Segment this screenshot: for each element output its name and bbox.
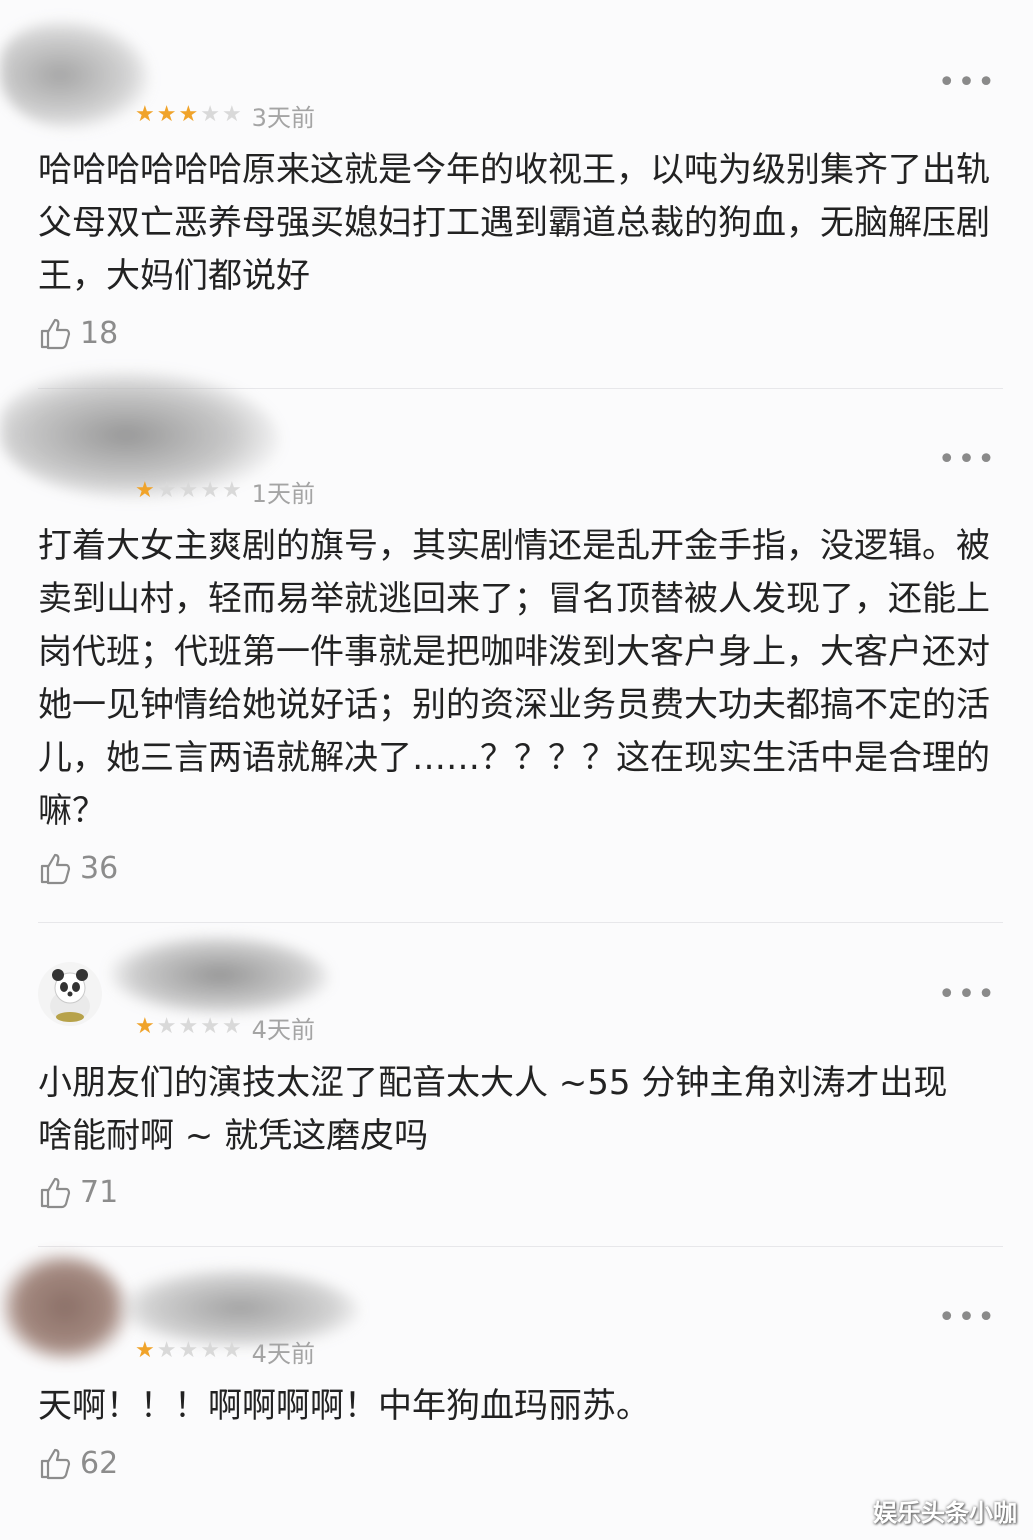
comment-4-meta: ★ ★ ★ ★ ★ 4天前 — [135, 1336, 315, 1368]
comment-3-meta: ★ ★ ★ ★ ★ 4天前 — [135, 1012, 315, 1044]
star-icon: ★ — [221, 102, 242, 127]
comment-3-rating-stars: ★ ★ ★ ★ ★ — [135, 1016, 242, 1038]
comment-1-meta: ★ ★ ★ ★ ★ 3天前 — [135, 100, 315, 132]
star-icon: ★ — [135, 478, 155, 503]
star-icon: ★ — [178, 1014, 199, 1039]
comment-3-time: 4天前 — [251, 1015, 315, 1044]
comment-2-time: 1天前 — [251, 479, 315, 508]
star-icon: ★ — [200, 1014, 220, 1039]
star-icon: ★ — [221, 1014, 242, 1039]
star-icon: ★ — [200, 478, 220, 503]
star-icon: ★ — [178, 1338, 199, 1363]
more-options-button[interactable]: ••• — [938, 980, 997, 1010]
thumbs-up-icon — [40, 318, 71, 350]
comment-2-like-button[interactable]: 36 — [38, 848, 118, 888]
redacted-avatar-blur — [0, 1252, 130, 1362]
comment-divider — [38, 1246, 1003, 1247]
star-icon: ★ — [221, 1338, 242, 1363]
comment-4-time: 4天前 — [251, 1339, 315, 1368]
panda-avatar-icon[interactable] — [38, 962, 102, 1026]
comment-2-like-count: 36 — [80, 850, 119, 886]
star-icon: ★ — [221, 478, 242, 503]
comment-1-time: 3天前 — [251, 103, 315, 132]
thumbs-up-icon — [40, 853, 71, 885]
comment-1-like-count: 18 — [80, 315, 119, 351]
star-icon: ★ — [156, 1014, 177, 1039]
star-icon: ★ — [156, 1338, 177, 1363]
comment-1-rating-stars: ★ ★ ★ ★ ★ — [135, 104, 242, 126]
comment-1-text: 哈哈哈哈哈哈原来这就是今年的收视王，以吨为级别集齐了出轨父母双亡恶养母强买媳妇打… — [38, 150, 990, 296]
comment-4-like-count: 62 — [80, 1445, 119, 1481]
star-icon: ★ — [135, 1014, 155, 1039]
star-icon: ★ — [178, 102, 199, 127]
comment-3-like-count: 71 — [80, 1174, 119, 1210]
thumbs-up-icon — [40, 1177, 71, 1209]
comment-4-like-button[interactable]: 62 — [38, 1443, 118, 1483]
more-options-button[interactable]: ••• — [938, 1303, 997, 1333]
more-options-button[interactable]: ••• — [938, 445, 997, 475]
comment-2-rating-stars: ★ ★ ★ ★ ★ — [135, 480, 242, 502]
comment-3-like-button[interactable]: 71 — [38, 1172, 118, 1212]
thumbs-up-icon — [40, 1448, 71, 1480]
star-icon: ★ — [178, 478, 199, 503]
more-options-button[interactable]: ••• — [938, 68, 997, 98]
redacted-username-blur — [110, 935, 330, 1015]
redacted-username-blur — [0, 20, 150, 130]
comment-4-rating-stars: ★ ★ ★ ★ ★ — [135, 1340, 242, 1362]
comment-1-like-button[interactable]: 18 — [38, 313, 118, 353]
star-icon: ★ — [135, 1338, 155, 1363]
star-icon: ★ — [156, 478, 177, 503]
comment-4-text: 天啊！！！啊啊啊啊！中年狗血玛丽苏。 — [38, 1386, 650, 1426]
comment-3-text: 小朋友们的演技太涩了配音太大人 ~55 分钟主角刘涛才出现啥能耐啊 ~ 就凭这磨… — [38, 1063, 948, 1156]
star-icon: ★ — [200, 1338, 220, 1363]
comment-divider — [38, 922, 1003, 923]
star-icon: ★ — [135, 102, 155, 127]
star-icon: ★ — [200, 102, 220, 127]
comment-2-text: 打着大女主爽剧的旗号，其实剧情还是乱开金手指，没逻辑。被卖到山村，轻而易举就逃回… — [38, 526, 990, 831]
comment-2-meta: ★ ★ ★ ★ ★ 1天前 — [135, 476, 315, 508]
watermark: 娱乐头条小咖 — [873, 1499, 1017, 1527]
star-icon: ★ — [156, 102, 177, 127]
